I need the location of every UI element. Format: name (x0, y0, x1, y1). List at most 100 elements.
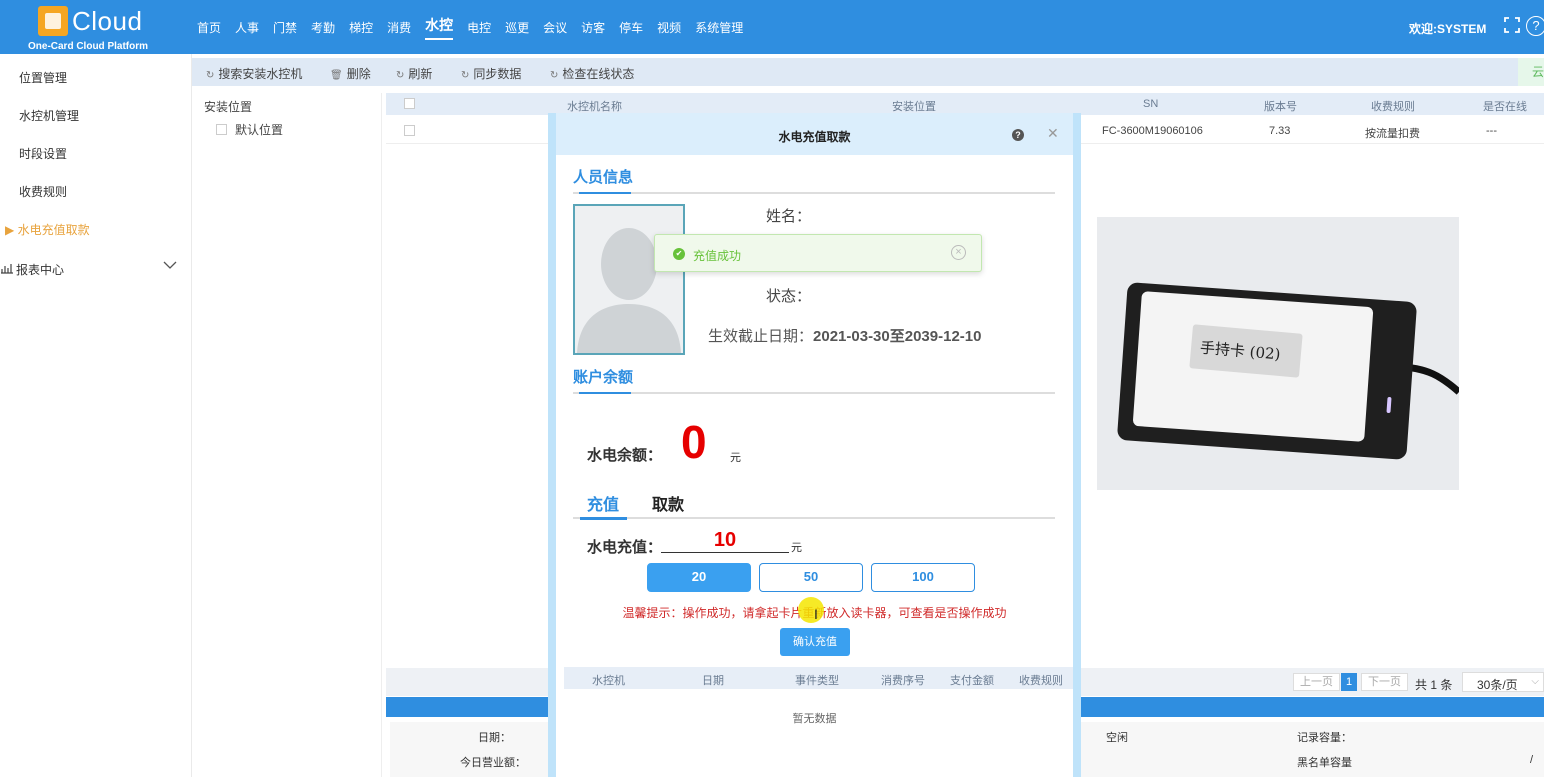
col-machine-name: 水控机名称 (567, 101, 622, 113)
amount-100-button[interactable]: 100 (871, 563, 975, 592)
blacklist-capacity-label: 黑名单容量 (1297, 757, 1352, 769)
date-label: 日期： (478, 732, 511, 744)
card-reader-image: 手持卡 (02) (1097, 217, 1459, 490)
modal-header: 水电充值取款 ? ✕ (556, 113, 1073, 155)
success-toast: ✔ 充值成功 × (654, 234, 982, 272)
modal-body: 水电充值取款 ? ✕ 人员信息 姓名： 状态： 生效截止日期：2021-03-3… (556, 113, 1073, 777)
check-online-button[interactable]: ↻ 检查在线状态 (550, 65, 634, 82)
charge-amount-input[interactable] (661, 529, 789, 553)
col-sn: SN (1143, 98, 1159, 110)
sidebar-item-label: 报表中心 (16, 263, 65, 277)
modal-title: 水电充值取款 (778, 130, 851, 144)
nav-consumption[interactable]: 消费 (387, 19, 411, 36)
section-divider (573, 392, 1055, 394)
sidebar: 位置管理 水控机管理 时段设置 收费规则 ▶ 水电充值取款 报表中心 (0, 54, 192, 777)
sidebar-item-reports[interactable]: 报表中心 (0, 261, 64, 278)
amount-50-button[interactable]: 50 (759, 563, 863, 592)
total-count: 共 1 条 (1415, 678, 1453, 692)
tab-withdraw[interactable]: 取款 (652, 491, 684, 515)
col-serial: 消费序号 (881, 675, 925, 687)
expiry-value: 2021-03-30至2039-12-10 (813, 328, 982, 345)
refresh-button[interactable]: ↻ 刷新 (396, 65, 432, 82)
search-install-button[interactable]: ↻ 搜索安装水控机 (206, 65, 302, 82)
nav-home[interactable]: 首页 (197, 19, 221, 36)
confirm-recharge-button[interactable]: 确认充值 (780, 628, 850, 656)
close-icon[interactable]: × (951, 245, 966, 260)
nav-parking[interactable]: 停车 (619, 19, 643, 36)
page-size-value: 30条/页 (1477, 678, 1518, 692)
cell-version: 7.33 (1269, 125, 1291, 137)
balance-value: 0 (681, 416, 707, 468)
refresh-icon: ↻ (396, 70, 405, 81)
name-label: 姓名： (766, 208, 812, 225)
next-page-button[interactable]: 下一页 (1361, 673, 1408, 691)
nav-patrol[interactable]: 巡更 (505, 19, 529, 36)
brand-subtitle: One-Card Cloud Platform (28, 41, 149, 52)
expiry-label: 生效截止日期： (708, 328, 814, 345)
current-page[interactable]: 1 (1341, 673, 1357, 691)
nav-video[interactable]: 视频 (657, 19, 681, 36)
balance-section-title: 账户余额 (573, 369, 634, 386)
check-icon: ✔ (673, 248, 685, 260)
cloud-button[interactable]: 云 (1518, 58, 1544, 86)
cell-online: --- (1486, 125, 1497, 137)
nav-visitor[interactable]: 访客 (581, 19, 605, 36)
col-rule: 收费规则 (1019, 675, 1063, 687)
col-location: 安装位置 (892, 101, 936, 113)
nav-attendance[interactable]: 考勤 (311, 19, 335, 36)
tab-recharge[interactable]: 充值 (587, 491, 619, 515)
sidebar-item-charge-rules[interactable]: 收费规则 (19, 183, 67, 200)
cursor-highlight (798, 597, 824, 623)
charge-label: 水电充值： (587, 539, 663, 556)
sidebar-item-water-machine[interactable]: 水控机管理 (19, 107, 79, 124)
col-amount: 支付金额 (950, 675, 994, 687)
chevron-down-icon[interactable] (163, 259, 177, 269)
tab-underline (573, 517, 1055, 520)
logo-cube-icon (38, 6, 68, 36)
tree-item-default[interactable]: 默认位置 (216, 121, 283, 138)
status-value: 空闲 (1106, 732, 1128, 744)
avatar (573, 204, 685, 355)
toolbar: ↻ 搜索安装水控机 🗑 删除 ↻ 刷新 ↻ 同步数据 ↻ 检查在线状态 (192, 58, 1544, 86)
refresh-icon: ↻ (461, 70, 470, 81)
nav-access[interactable]: 门禁 (273, 19, 297, 36)
sidebar-item-recharge[interactable]: ▶ 水电充值取款 (5, 221, 90, 238)
table-header: 水控机名称 安装位置 SN 版本号 收费规则 是否在线 (386, 93, 1544, 115)
nav-personnel[interactable]: 人事 (235, 19, 259, 36)
logo[interactable]: Cloud One-Card Cloud Platform (28, 4, 164, 54)
sync-data-button[interactable]: ↻ 同步数据 (461, 65, 521, 82)
fullscreen-icon[interactable] (1502, 16, 1522, 36)
nav-meeting[interactable]: 会议 (543, 19, 567, 36)
sidebar-item-location[interactable]: 位置管理 (19, 69, 67, 86)
cell-charge-rule: 按流量扣费 (1365, 128, 1420, 140)
help-icon[interactable]: ? (1526, 16, 1544, 36)
cell-sn: FC-3600M19060106 (1102, 125, 1203, 137)
nav-water-control[interactable]: 水控 (425, 15, 454, 40)
triangle-right-icon: ▶ (5, 223, 18, 237)
person-info-title: 人员信息 (573, 169, 634, 186)
row-checkbox[interactable] (404, 125, 415, 136)
col-date: 日期 (702, 675, 724, 687)
close-icon[interactable]: ✕ (1047, 125, 1059, 142)
main-nav: 首页 人事 门禁 考勤 梯控 消费 水控 电控 巡更 会议 访客 停车 视频 系… (190, 0, 750, 54)
top-header: Cloud One-Card Cloud Platform 首页 人事 门禁 考… (0, 0, 1544, 54)
revenue-label: 今日营业额： (460, 757, 526, 769)
select-all-checkbox[interactable] (404, 98, 415, 109)
help-icon[interactable]: ? (1012, 129, 1024, 141)
page-size-select[interactable]: 30条/页 ⌵ (1462, 672, 1544, 692)
col-event-type: 事件类型 (795, 675, 839, 687)
nav-electric[interactable]: 电控 (467, 19, 491, 36)
nav-system[interactable]: 系统管理 (695, 19, 743, 36)
nav-elevator[interactable]: 梯控 (349, 19, 373, 36)
record-capacity-label: 记录容量： (1297, 732, 1352, 744)
prev-page-button[interactable]: 上一页 (1293, 673, 1340, 691)
chart-icon (0, 262, 16, 277)
delete-button[interactable]: 🗑 删除 (330, 65, 371, 82)
checkbox[interactable] (216, 124, 227, 135)
amount-20-button[interactable]: 20 (647, 563, 751, 592)
history-table-header: 水控机 日期 事件类型 消费序号 支付金额 收费规则 (564, 667, 1073, 689)
trash-icon: 🗑 (330, 70, 343, 81)
location-tree: 安装位置 默认位置 (192, 93, 382, 777)
sidebar-item-time-period[interactable]: 时段设置 (19, 145, 67, 162)
balance-label: 水电余额： (587, 447, 663, 464)
